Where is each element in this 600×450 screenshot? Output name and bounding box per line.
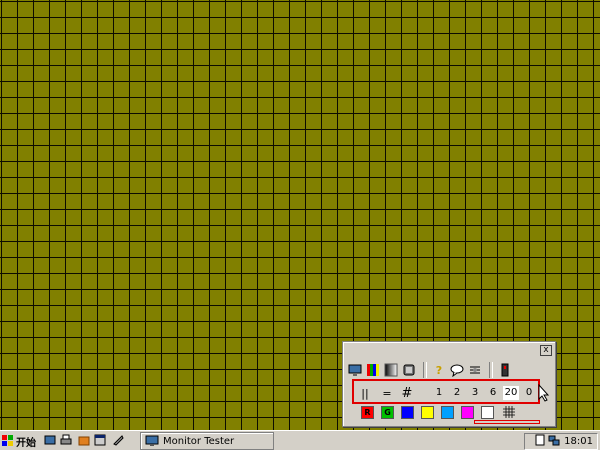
- highlight-box-grid-button: [474, 420, 540, 424]
- color-swatch-row: R G: [361, 404, 519, 420]
- monitor-icon[interactable]: [347, 362, 363, 378]
- blue-swatch[interactable]: [401, 405, 414, 419]
- highlight-box-line-patterns: [352, 379, 540, 404]
- color-bars-icon[interactable]: [365, 362, 381, 378]
- task-title: Monitor Tester: [163, 435, 235, 447]
- red-swatch[interactable]: R: [361, 405, 374, 419]
- cyan-swatch[interactable]: [441, 405, 454, 419]
- gradient-icon[interactable]: [383, 362, 399, 378]
- system-tray: 18:01: [524, 433, 598, 450]
- quicklaunch-printer-icon[interactable]: [60, 434, 72, 446]
- exit-icon[interactable]: [497, 362, 513, 378]
- taskbar-button-monitor-tester[interactable]: Monitor Tester: [140, 432, 274, 450]
- start-button[interactable]: 开始: [2, 433, 38, 449]
- grid-pattern-icon[interactable]: [501, 404, 517, 420]
- toolbar-separator: [489, 362, 493, 378]
- screen-icon[interactable]: [401, 362, 417, 378]
- close-button[interactable]: x: [540, 345, 552, 356]
- quicklaunch-desktop-icon[interactable]: [44, 434, 56, 446]
- windows-logo-icon: [2, 435, 13, 446]
- magenta-swatch[interactable]: [461, 405, 474, 419]
- tray-document-icon[interactable]: [535, 434, 545, 449]
- toolbar-separator: [423, 362, 427, 378]
- green-swatch[interactable]: G: [381, 405, 394, 419]
- monitor-icon: [145, 435, 159, 446]
- clock: 18:01: [564, 436, 593, 447]
- quicklaunch-folder-icon[interactable]: [78, 434, 90, 446]
- settings-icon[interactable]: [467, 362, 483, 378]
- toolbar-row-icons: ?: [347, 360, 515, 380]
- help-icon[interactable]: ?: [431, 362, 447, 378]
- white-swatch[interactable]: [481, 405, 494, 419]
- tray-network-icon[interactable]: [548, 434, 560, 449]
- speech-bubble-icon[interactable]: [449, 362, 465, 378]
- taskbar: 开始 Monitor Tester 18:01: [0, 430, 600, 450]
- quicklaunch-window-icon[interactable]: [94, 434, 106, 446]
- quicklaunch-tool-icon[interactable]: [112, 434, 124, 446]
- yellow-swatch[interactable]: [421, 405, 434, 419]
- start-label: 开始: [16, 437, 36, 449]
